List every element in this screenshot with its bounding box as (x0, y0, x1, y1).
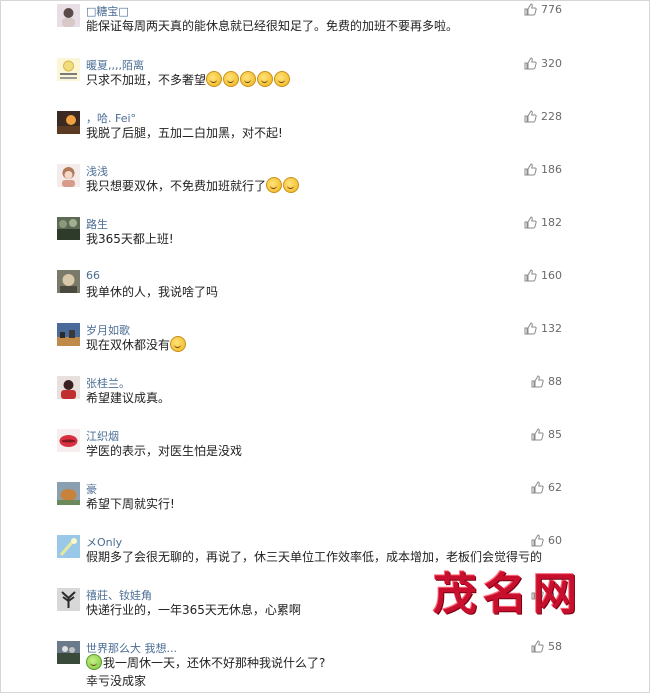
avatar[interactable] (57, 4, 80, 27)
laugh-emoji-icon (206, 71, 223, 87)
comment-text: 希望建议成真。 (86, 391, 171, 405)
comment-text: 我一周休一天，还休不好那种我说什么了? (86, 654, 325, 672)
like-count: 62 (548, 481, 562, 494)
comment-text-line2: 幸亏没成家 (86, 674, 147, 688)
like-button[interactable]: 186 (524, 163, 562, 176)
like-button[interactable]: 182 (524, 216, 562, 229)
avatar[interactable] (57, 323, 80, 346)
like-count: 228 (541, 110, 562, 123)
laugh-emoji-icon (223, 71, 240, 87)
like-button[interactable]: 320 (524, 57, 562, 70)
laugh-emoji-icon (283, 177, 300, 193)
thumbs-up-icon (524, 57, 537, 70)
avatar[interactable] (57, 111, 80, 134)
like-button[interactable]: 88 (531, 375, 562, 388)
thumbs-up-icon (531, 534, 544, 547)
comment-text-content: 我只想要双休，不免费加班就行了 (86, 179, 267, 193)
avatar[interactable] (57, 217, 80, 240)
comment-text: 学医的表示，对医生怕是没戏 (86, 444, 243, 458)
thumbs-up-icon (531, 640, 544, 653)
thumbs-up-icon (524, 163, 537, 176)
comment-text: 能保证每周两天真的能休息就已经很知足了。免费的加班不要再多啦。 (86, 19, 459, 33)
site-watermark: 茂名网 (433, 569, 583, 620)
laugh-emoji-icon (257, 71, 274, 87)
emoji-icon (86, 654, 102, 670)
avatar[interactable] (57, 588, 80, 611)
avatar[interactable] (57, 270, 80, 293)
thumbs-up-icon (531, 428, 544, 441)
thumbs-up-icon (524, 110, 537, 123)
like-count: 186 (541, 163, 562, 176)
avatar[interactable] (57, 164, 80, 187)
comment-list: □糖宝□ 能保证每周两天真的能休息就已经很知足了。免费的加班不要再多啦。 776… (0, 0, 650, 693)
laugh-emoji-icon (266, 177, 283, 193)
like-button[interactable]: 85 (531, 428, 562, 441)
comment-text: 我365天都上班! (86, 232, 174, 246)
like-button[interactable]: 160 (524, 269, 562, 282)
avatar[interactable] (57, 641, 80, 664)
thumbs-up-icon (524, 269, 537, 282)
thumbs-up-icon (524, 322, 537, 335)
comment-text: 我只想要双休，不免费加班就行了 (86, 177, 300, 195)
comment-username[interactable]: 66 (86, 269, 100, 282)
like-button[interactable]: 228 (524, 110, 562, 123)
like-count: 320 (541, 57, 562, 70)
comment-text-content: 现在双休都没有 (86, 338, 171, 352)
laugh-emoji-icon (240, 71, 257, 87)
like-button[interactable]: 60 (531, 534, 562, 547)
avatar[interactable] (57, 429, 80, 452)
avatar[interactable] (57, 58, 80, 81)
thumbs-up-icon (531, 481, 544, 494)
comment-text: 我脱了后腿，五加二白加黑，对不起! (86, 126, 283, 140)
comment-text-content: 我一周休一天，还休不好那种我说什么了? (103, 656, 326, 670)
like-count: 182 (541, 216, 562, 229)
avatar[interactable] (57, 535, 80, 558)
laugh-emoji-icon (170, 336, 187, 352)
thumbs-up-icon (524, 216, 537, 229)
avatar[interactable] (57, 482, 80, 505)
like-count: 85 (548, 428, 562, 441)
thumbs-up-icon (531, 375, 544, 388)
comment-text: 现在双休都没有 (86, 336, 187, 354)
comment-text: 只求不加班，不多奢望 (86, 71, 291, 89)
like-count: 58 (548, 640, 562, 653)
laugh-emoji-icon (274, 71, 291, 87)
comment-text: 希望下周就实行! (86, 497, 175, 511)
like-button[interactable]: 58 (531, 640, 562, 653)
like-count: 88 (548, 375, 562, 388)
like-count: 776 (541, 3, 562, 16)
like-count: 160 (541, 269, 562, 282)
like-button[interactable]: 776 (524, 3, 562, 16)
comment-text: 我单休的人，我说啥了吗 (86, 285, 219, 299)
like-count: 60 (548, 534, 562, 547)
like-button[interactable]: 62 (531, 481, 562, 494)
comment-text-content: 只求不加班，不多奢望 (86, 73, 207, 87)
avatar[interactable] (57, 376, 80, 399)
thumbs-up-icon (524, 3, 537, 16)
comment-text: 快递行业的，一年365天无休息，心累啊 (86, 603, 301, 617)
like-button[interactable]: 132 (524, 322, 562, 335)
like-count: 132 (541, 322, 562, 335)
